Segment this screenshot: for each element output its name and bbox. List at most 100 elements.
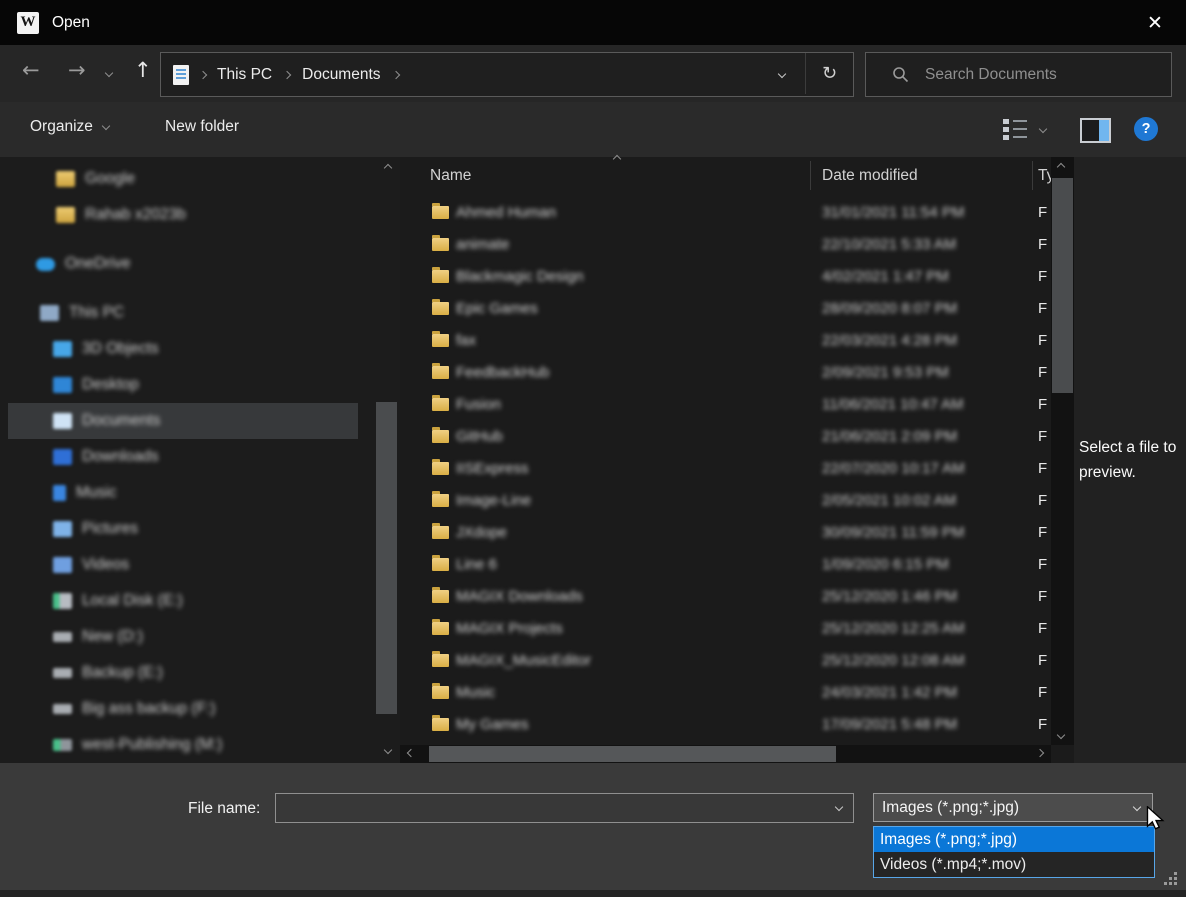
titlebar: W Open ✕ [0,0,1186,45]
mouse-cursor [1146,806,1167,830]
refresh-button[interactable]: ↻ [805,53,853,94]
horizontal-scrollbar[interactable] [400,745,1051,763]
resize-grip[interactable] [1164,872,1178,886]
search-box[interactable] [865,52,1172,97]
sidebar-item[interactable]: Downloads [8,439,358,475]
sidebar-item[interactable]: OneDrive [8,246,358,282]
sidebar-item[interactable]: Backup (E:) [8,655,358,691]
breadcrumb-chevron-icon [283,70,291,78]
sidebar-item[interactable]: New (D:) [8,619,358,655]
breadcrumb-item[interactable]: Documents [302,66,410,84]
sidebar-item-label: Local Disk (E:) [82,592,183,610]
sidebar-item[interactable]: Local Disk (E:) [8,583,358,619]
file-row[interactable]: My Games 17/09/2021 5:48 PM F [400,709,1051,741]
search-icon [892,66,909,83]
file-row[interactable]: FeedbackHub 2/09/2021 9:53 PM F [400,357,1051,389]
file-row[interactable]: MAGIX Downloads 25/12/2020 1:46 PM F [400,581,1051,613]
folder-icon [432,622,449,635]
preview-message: Select a file to preview. [1079,435,1183,485]
folder-icon [432,654,449,667]
sidebar-item-icon [53,521,72,537]
file-row[interactable]: Music 24/03/2021 1:42 PM F [400,677,1051,709]
address-bar[interactable]: This PC Documents ↻ [160,52,854,97]
file-type: F [1038,524,1047,541]
recent-locations-button[interactable] [105,69,113,77]
sidebar-item-icon [56,207,75,223]
scroll-left-icon[interactable] [407,749,415,757]
sidebar-item[interactable]: Videos [8,547,358,583]
file-row[interactable]: Line 6 1/09/2020 6:15 PM F [400,549,1051,581]
file-type-selected-value: Images (*.png;*.jpg) [882,799,1019,817]
horizontal-scrollbar-thumb[interactable] [429,746,836,762]
sidebar-item[interactable]: Big ass backup (F:) [8,691,358,727]
file-row[interactable]: Blackmagic Design 4/02/2021 1:47 PM F [400,261,1051,293]
sidebar-item[interactable]: west-Publishing (M:) [8,727,358,763]
sidebar-item[interactable]: Rahab x2023b [8,197,358,233]
sidebar-item[interactable]: 3D Objects [8,331,358,367]
close-button[interactable]: ✕ [1124,0,1186,45]
file-row[interactable]: Epic Games 28/09/2020 8:07 PM F [400,293,1051,325]
file-row[interactable]: IISExpress 22/07/2020 10:17 AM F [400,453,1051,485]
file-name: JXdope [456,524,507,541]
column-divider[interactable] [810,161,811,190]
sidebar-item[interactable]: This PC [8,295,358,331]
file-type-option[interactable]: Videos (*.mp4;*.mov) [874,852,1154,877]
help-button[interactable]: ? [1134,117,1158,141]
file-type: F [1038,268,1047,285]
sidebar-item-label: Rahab x2023b [85,206,186,224]
location-document-icon [173,65,189,85]
address-dropdown-button[interactable] [758,53,805,94]
file-name: Image-Line [456,492,531,509]
file-row[interactable]: fax 22/03/2021 4:28 PM F [400,325,1051,357]
folder-icon [432,366,449,379]
file-name-input[interactable] [275,793,854,823]
sidebar-item-label: west-Publishing (M:) [82,736,222,754]
file-type: F [1038,588,1047,605]
navigation-sidebar: Google Rahab x2023b OneDrive This PC 3D … [0,157,400,763]
sidebar-item[interactable]: Pictures [8,511,358,547]
change-view-button[interactable] [1003,118,1028,141]
sidebar-scrollbar-thumb[interactable] [376,402,397,714]
file-type: F [1038,300,1047,317]
folder-icon [432,334,449,347]
organize-button[interactable]: Organize [30,118,109,136]
file-date-modified: 30/09/2021 11:59 PM [822,524,964,541]
file-row[interactable]: JXdope 30/09/2021 11:59 PM F [400,517,1051,549]
folder-icon [432,206,449,219]
file-row[interactable]: animate 22/10/2021 5:33 AM F [400,229,1051,261]
view-options-caret-icon[interactable] [1039,125,1047,133]
file-date-modified: 24/03/2021 1:42 PM [822,684,957,701]
sidebar-item-label: This PC [69,304,124,322]
file-type-select[interactable]: Images (*.png;*.jpg) [873,793,1153,822]
sidebar-item[interactable]: Desktop [8,367,358,403]
scroll-down-icon[interactable] [1057,731,1065,739]
file-row[interactable]: Fusion 11/06/2021 10:47 AM F [400,389,1051,421]
vertical-scrollbar-thumb[interactable] [1052,178,1073,393]
up-button[interactable]: ↑ [134,58,152,82]
file-type-option-label: Images (*.png;*.jpg) [880,831,1017,849]
file-row[interactable]: GitHub 21/06/2021 2:09 PM F [400,421,1051,453]
file-row[interactable]: Image-Line 2/05/2021 10:02 AM F [400,485,1051,517]
forward-button[interactable]: → [68,58,86,82]
scroll-right-icon[interactable] [1036,749,1044,757]
column-header-date-modified[interactable]: Date modified [822,167,918,185]
file-name: Music [456,684,495,701]
column-header-name[interactable]: Name [430,167,471,185]
back-button[interactable]: ← [22,58,40,82]
sidebar-item-icon [53,739,72,751]
scroll-up-icon[interactable] [1057,163,1065,171]
sidebar-item[interactable]: Documents [8,403,358,439]
file-row[interactable]: MAGIX_MusicEditor 25/12/2020 12:08 AM F [400,645,1051,677]
file-row[interactable]: MAGIX Projects 25/12/2020 12:25 AM F [400,613,1051,645]
breadcrumb-item[interactable]: This PC [217,66,302,84]
file-type-option[interactable]: Images (*.png;*.jpg) [874,827,1154,852]
file-date-modified: 2/05/2021 10:02 AM [822,492,956,509]
sidebar-item[interactable]: Music [8,475,358,511]
column-divider[interactable] [1032,161,1033,190]
vertical-scrollbar[interactable] [1051,157,1074,745]
new-folder-button[interactable]: New folder [165,118,239,136]
sidebar-item[interactable]: Google [8,161,358,197]
file-row[interactable]: Ahmed Human 31/01/2021 11:54 PM F [400,197,1051,229]
search-input[interactable] [923,65,1157,85]
preview-pane-toggle-button[interactable] [1080,118,1111,143]
